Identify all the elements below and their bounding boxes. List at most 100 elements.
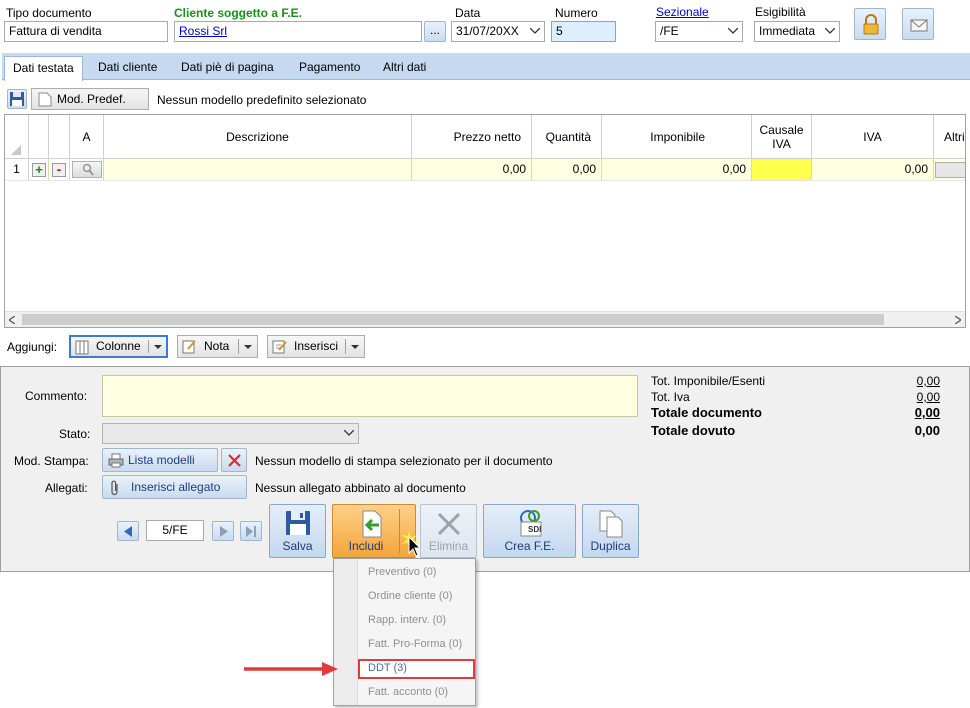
- sezionale-link[interactable]: Sezionale: [656, 5, 709, 19]
- cliente-link[interactable]: Rossi Srl: [179, 24, 227, 38]
- menu-item-fatt-pro-forma[interactable]: Fatt. Pro-Forma (0): [368, 638, 462, 650]
- menu-item-ddt[interactable]: DDT (3): [368, 662, 407, 674]
- chevron-down-icon[interactable]: [821, 22, 839, 41]
- salva-button[interactable]: Salva: [269, 504, 326, 558]
- col-header-altri[interactable]: Altri: [934, 115, 965, 159]
- grid-header-remove: [49, 115, 70, 159]
- grid-header-add: [29, 115, 49, 159]
- commento-label: Commento:: [25, 389, 88, 403]
- lista-modelli-button[interactable]: Lista modelli: [102, 448, 218, 472]
- row-a-cell: [70, 159, 104, 181]
- totale-documento-value[interactable]: 0,00: [890, 405, 940, 420]
- lock-button[interactable]: [854, 8, 886, 40]
- add-row-button[interactable]: +: [32, 163, 46, 177]
- row-prezzo-netto[interactable]: 0,00: [412, 159, 532, 181]
- stato-label: Stato:: [59, 427, 91, 441]
- record-indicator[interactable]: 5/FE: [146, 520, 204, 541]
- sdi-label: SDI: [528, 525, 542, 534]
- row-causale-iva[interactable]: [752, 159, 812, 181]
- grid-corner: [5, 115, 29, 159]
- totale-dovuto-label: Totale dovuto: [651, 423, 736, 438]
- numero-field[interactable]: 5: [551, 21, 616, 42]
- row-number: 1: [5, 159, 29, 181]
- row-descrizione[interactable]: [104, 159, 412, 181]
- elimina-button[interactable]: Elimina: [420, 504, 477, 558]
- elimina-label: Elimina: [428, 539, 469, 553]
- menu-item-preventivo[interactable]: Preventivo (0): [368, 566, 436, 578]
- duplica-label: Duplica: [590, 539, 631, 553]
- crea-fe-button[interactable]: SDI Crea F.E.: [483, 504, 576, 558]
- last-record-button[interactable]: [240, 521, 262, 541]
- data-field[interactable]: 31/07/20XX: [451, 21, 545, 42]
- article-search-button[interactable]: [72, 161, 102, 178]
- mod-predef-button[interactable]: Mod. Predef.: [31, 88, 149, 110]
- row-altri: [934, 159, 965, 181]
- colonne-button[interactable]: Colonne: [69, 335, 168, 358]
- tab-dati-testata[interactable]: Dati testata: [4, 56, 83, 81]
- paperclip-icon: [111, 480, 118, 496]
- menu-item-ordine-cliente[interactable]: Ordine cliente (0): [368, 590, 452, 602]
- altri-button[interactable]: [935, 162, 965, 178]
- duplica-button[interactable]: Duplica: [582, 504, 639, 558]
- stato-select[interactable]: [102, 423, 359, 444]
- col-header-a[interactable]: A: [70, 115, 104, 159]
- next-record-button[interactable]: [212, 521, 234, 541]
- tab-altri-dati[interactable]: Altri dati: [375, 56, 434, 80]
- col-header-causale-iva[interactable]: Causale IVA: [752, 115, 812, 159]
- menu-item-rapp-interv[interactable]: Rapp. interv. (0): [368, 614, 446, 626]
- commento-input[interactable]: [102, 375, 638, 417]
- col-header-imponibile[interactable]: Imponibile: [602, 115, 752, 159]
- cliente-field[interactable]: Rossi Srl: [174, 21, 422, 42]
- row-quantita[interactable]: 0,00: [532, 159, 602, 181]
- menu-item-ddt-highlight[interactable]: DDT (3): [358, 659, 475, 679]
- cliente-browse-button[interactable]: ...: [424, 21, 446, 42]
- col-header-descrizione[interactable]: Descrizione: [104, 115, 412, 159]
- scroll-left-icon[interactable]: [9, 316, 15, 324]
- include-document-icon: [362, 510, 382, 538]
- menu-item-fatt-acconto[interactable]: Fatt. acconto (0): [368, 686, 448, 698]
- row-iva[interactable]: 0,00: [812, 159, 934, 181]
- row-imponibile[interactable]: 0,00: [602, 159, 752, 181]
- tab-dati-cliente[interactable]: Dati cliente: [90, 56, 165, 80]
- scroll-right-icon[interactable]: [955, 316, 961, 324]
- chevron-down-icon[interactable]: [340, 424, 358, 443]
- remove-row-button[interactable]: -: [52, 162, 66, 177]
- col-header-iva[interactable]: IVA: [812, 115, 934, 159]
- totale-documento-label: Totale documento: [651, 405, 762, 420]
- inserisci-allegato-button[interactable]: Inserisci allegato: [102, 475, 247, 499]
- close-icon: [228, 454, 241, 467]
- includi-button[interactable]: Includi: [332, 504, 422, 558]
- clear-model-button[interactable]: [221, 448, 247, 472]
- arrow-last-icon: [246, 526, 256, 537]
- tot-iva-value[interactable]: 0,00: [890, 390, 940, 404]
- chevron-down-icon[interactable]: [244, 345, 252, 350]
- horizontal-scrollbar[interactable]: [5, 311, 965, 327]
- esigibilita-select[interactable]: Immediata: [754, 21, 840, 42]
- tab-dati-pie-pagina[interactable]: Dati piè di pagina: [173, 56, 282, 80]
- chevron-down-icon[interactable]: [351, 345, 359, 350]
- scrollbar-thumb[interactable]: [22, 314, 884, 325]
- lista-modelli-label: Lista modelli: [128, 453, 195, 467]
- chevron-down-icon[interactable]: [724, 22, 742, 41]
- chevron-down-icon[interactable]: [154, 345, 162, 350]
- col-header-quantita[interactable]: Quantità: [532, 115, 602, 159]
- arrow-left-icon: [124, 526, 132, 537]
- prev-record-button[interactable]: [117, 521, 139, 541]
- tot-imponibile-value[interactable]: 0,00: [890, 374, 940, 388]
- nota-button[interactable]: Nota: [177, 335, 258, 358]
- mod-predef-label: Mod. Predef.: [57, 92, 126, 106]
- chevron-down-icon[interactable]: [526, 22, 544, 41]
- sezionale-select[interactable]: /FE: [655, 21, 743, 42]
- tab-pagamento[interactable]: Pagamento: [291, 56, 368, 80]
- envelope-icon: [910, 19, 928, 32]
- duplicate-icon: [599, 510, 623, 538]
- tot-imponibile-label: Tot. Imponibile/Esenti: [651, 374, 766, 388]
- tipo-documento-field[interactable]: Fattura di vendita: [4, 21, 168, 42]
- save-model-button[interactable]: [7, 89, 27, 109]
- righe-documento-grid[interactable]: A Descrizione Prezzo netto Quantità Impo…: [4, 114, 966, 328]
- inserisci-button[interactable]: Inserisci: [267, 335, 365, 358]
- mod-stampa-label: Mod. Stampa:: [14, 454, 89, 468]
- col-header-prezzo-netto[interactable]: Prezzo netto: [412, 115, 532, 159]
- email-button[interactable]: [902, 8, 934, 40]
- esigibilita-label: Esigibilità: [755, 5, 806, 19]
